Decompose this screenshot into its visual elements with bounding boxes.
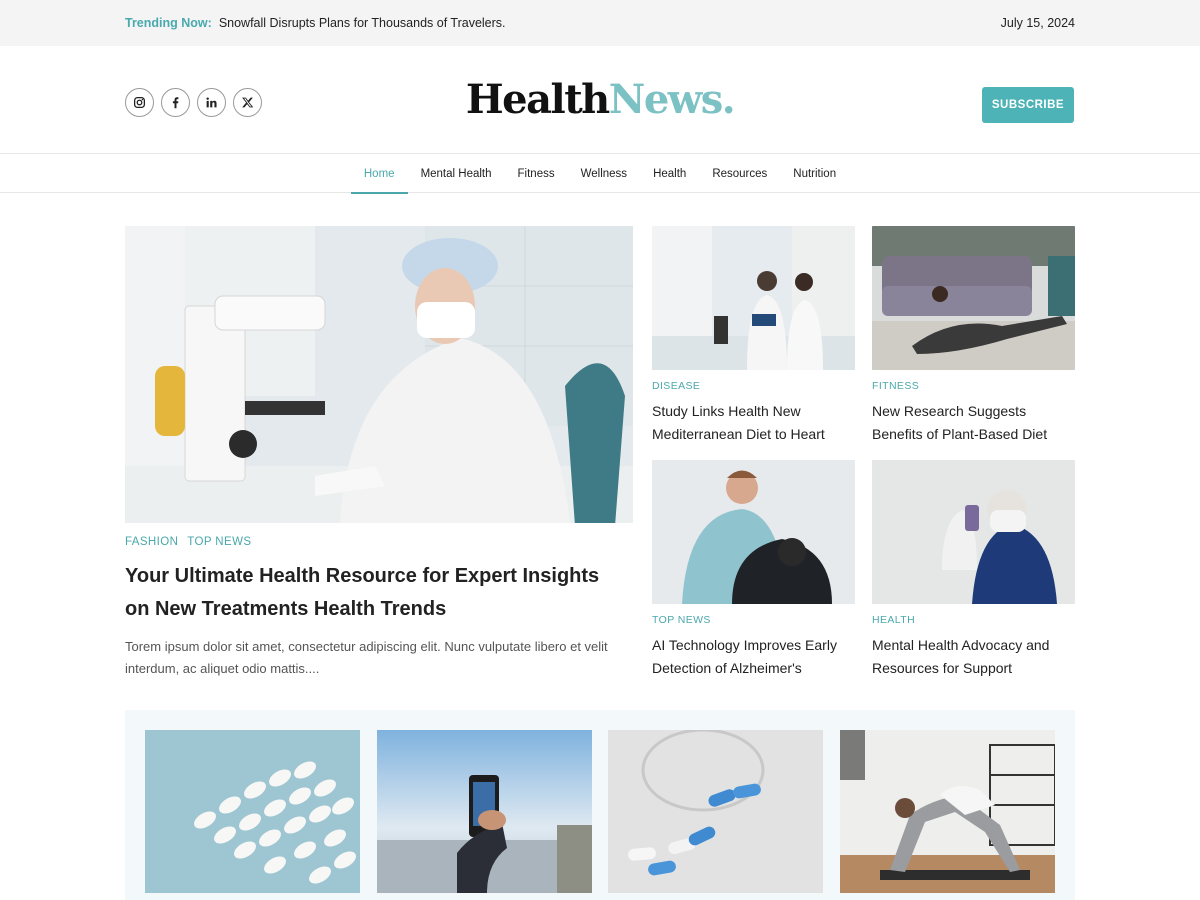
article-card-image[interactable] <box>652 226 855 370</box>
featured-article-excerpt: Torem ipsum dolor sit amet, consectetur … <box>125 639 608 676</box>
story-thumbnail-pills[interactable] <box>145 730 360 893</box>
article-card-title[interactable]: Mental Health Advocacy and Resources for… <box>872 634 1075 680</box>
nav-item-health[interactable]: Health <box>640 154 699 193</box>
main-navigation: Home Mental Health Fitness Wellness Heal… <box>0 154 1200 194</box>
nav-item-nutrition[interactable]: Nutrition <box>780 154 849 193</box>
article-card-image[interactable] <box>652 460 855 604</box>
article-card-title[interactable]: AI Technology Improves Early Detection o… <box>652 634 855 680</box>
article-card: TOP NEWS AI Technology Improves Early De… <box>652 460 855 680</box>
featured-article-image[interactable] <box>125 226 633 523</box>
article-card-image[interactable] <box>872 226 1075 370</box>
article-card-category[interactable]: DISEASE <box>652 380 855 392</box>
logo-primary-text: Health <box>465 76 610 123</box>
site-header: HealthNews. SUBSCRIBE <box>0 46 1200 154</box>
trending-label: Trending Now: <box>125 16 212 30</box>
top-bar: Trending Now: Snowfall Disrupts Plans fo… <box>0 0 1200 46</box>
story-thumbnail-capsules[interactable] <box>608 730 823 893</box>
logo-accent-text: News. <box>608 76 736 123</box>
more-stories-strip <box>125 710 1075 900</box>
article-card: DISEASE Study Links Health New Mediterra… <box>652 226 855 446</box>
article-card-title[interactable]: New Research Suggests Benefits of Plant-… <box>872 400 1075 446</box>
trending-ticker: Trending Now: Snowfall Disrupts Plans fo… <box>125 16 506 30</box>
trending-headline-link[interactable]: Snowfall Disrupts Plans for Thousands of… <box>219 16 506 30</box>
article-card-category[interactable]: TOP NEWS <box>652 614 855 626</box>
story-thumbnail-workout[interactable] <box>840 730 1055 893</box>
nav-item-wellness[interactable]: Wellness <box>568 154 640 193</box>
nav-item-mental-health[interactable]: Mental Health <box>408 154 505 193</box>
article-card: HEALTH Mental Health Advocacy and Resour… <box>872 460 1075 680</box>
featured-article: FASHION TOP NEWS Your Ultimate Health Re… <box>125 226 633 680</box>
subscribe-button[interactable]: SUBSCRIBE <box>982 87 1074 123</box>
article-card-title[interactable]: Study Links Health New Mediterranean Die… <box>652 400 855 446</box>
article-card-category[interactable]: FITNESS <box>872 380 1075 392</box>
tag-fashion[interactable]: FASHION <box>125 536 178 548</box>
story-thumbnail-city-phone[interactable] <box>377 730 592 893</box>
current-date: July 15, 2024 <box>1000 16 1075 30</box>
featured-article-title[interactable]: Your Ultimate Health Resource for Expert… <box>125 560 625 626</box>
article-card: FITNESS New Research Suggests Benefits o… <box>872 226 1075 446</box>
tag-top-news[interactable]: TOP NEWS <box>187 536 251 548</box>
nav-item-fitness[interactable]: Fitness <box>505 154 568 193</box>
article-card-image[interactable] <box>872 460 1075 604</box>
nav-item-resources[interactable]: Resources <box>699 154 780 193</box>
nav-item-home[interactable]: Home <box>350 154 408 194</box>
featured-article-tags: FASHION TOP NEWS <box>125 536 633 548</box>
article-card-category[interactable]: HEALTH <box>872 614 1075 626</box>
